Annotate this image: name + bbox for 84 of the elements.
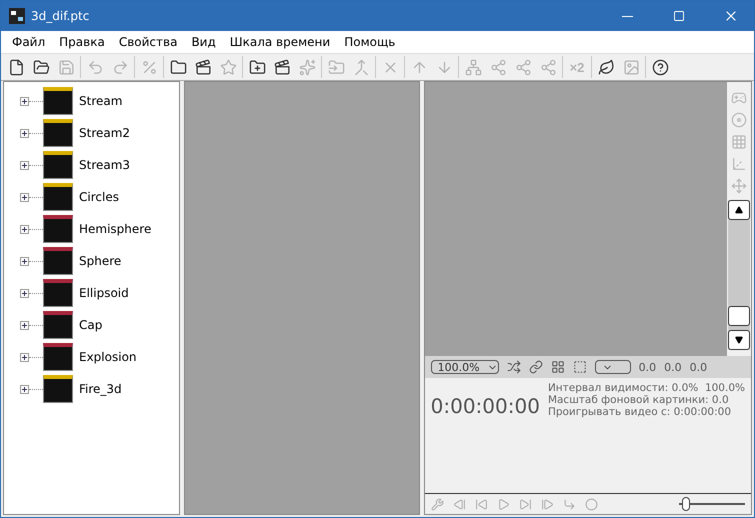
merge-arrows-icon <box>352 58 370 76</box>
step-forward-icon <box>540 498 554 510</box>
redo-icon <box>112 58 128 76</box>
disc-icon <box>731 112 747 128</box>
skip-forward-icon <box>518 498 532 510</box>
menu-item[interactable]: Правка <box>52 35 112 49</box>
expand-icon[interactable] <box>20 256 29 266</box>
down-arrow-icon <box>735 336 743 344</box>
percent-icon <box>140 58 158 76</box>
axes-icon <box>731 156 747 172</box>
speed-slider[interactable] <box>679 497 745 511</box>
tree-item[interactable]: Fire_3d <box>79 382 122 396</box>
maximize-icon <box>673 10 685 22</box>
play-icon <box>496 498 510 510</box>
dropdown[interactable] <box>594 360 631 374</box>
tree-item[interactable]: Cap <box>79 318 102 332</box>
scroll-down-button[interactable] <box>728 330 750 350</box>
tree-item[interactable]: Stream2 <box>79 126 130 140</box>
record-icon <box>584 498 598 510</box>
link-icon <box>528 360 543 374</box>
scroll-thumb[interactable] <box>728 306 750 326</box>
save-icon <box>58 58 74 76</box>
menu-item[interactable]: Файл <box>5 35 52 49</box>
zoom-dropdown[interactable]: 100.0% <box>430 360 499 374</box>
gamepad-icon <box>731 90 747 106</box>
tree-item[interactable]: Stream3 <box>79 158 130 172</box>
nodes-icon <box>540 58 556 76</box>
up-arrow-icon <box>735 206 743 214</box>
scroll-up-button[interactable] <box>728 200 750 220</box>
menu-item[interactable]: Шкала времени <box>222 35 338 49</box>
nodes-icon <box>490 58 506 76</box>
grid-icon <box>731 134 747 150</box>
move-icon <box>731 178 747 194</box>
open-folder-icon <box>32 58 50 76</box>
slider-thumb[interactable] <box>682 497 690 511</box>
expand-icon[interactable] <box>20 224 29 234</box>
step-back-icon <box>452 498 466 510</box>
info-text: Проигрывать видео с: 0:00:00:00 <box>548 406 732 418</box>
network-icon <box>464 58 482 76</box>
shuffle-icon <box>506 360 521 374</box>
expand-icon[interactable] <box>20 288 29 298</box>
menu-item[interactable]: Вид <box>184 35 223 49</box>
folder-arrow-icon <box>328 58 344 76</box>
clapperboard-icon <box>194 58 212 76</box>
time-display: 0:00:00:00 <box>430 394 540 420</box>
tree-item[interactable]: Explosion <box>79 350 137 364</box>
app-logo-icon <box>9 8 25 24</box>
selection-icon <box>572 360 587 374</box>
tree-item[interactable]: Hemisphere <box>79 222 152 236</box>
coordinate-value: 0.0 <box>690 360 708 374</box>
expand-icon[interactable] <box>20 128 29 138</box>
loop-arrow-icon <box>562 498 576 510</box>
folder-plus-icon <box>248 58 266 76</box>
clapperboard-icon <box>274 58 290 76</box>
skip-back-icon <box>474 498 488 510</box>
star-icon <box>220 58 236 76</box>
sparkles-icon <box>298 58 316 76</box>
expand-icon[interactable] <box>20 192 29 202</box>
undo-icon <box>86 58 104 76</box>
window-title: 3d_dif.ptc <box>31 9 90 23</box>
tree-item[interactable]: Stream <box>79 94 122 108</box>
info-text: Интервал видимости: 0.0% 100.0% <box>548 382 745 394</box>
new-file-icon <box>8 58 24 76</box>
tree-item[interactable]: Sphere <box>79 254 122 268</box>
expand-icon[interactable] <box>20 352 29 362</box>
expand-icon[interactable] <box>20 384 29 394</box>
tree-item[interactable]: Circles <box>79 190 119 204</box>
coordinate-value: 0.0 <box>664 360 682 374</box>
coordinate-value: 0.0 <box>638 360 656 374</box>
tree-item[interactable]: Ellipsoid <box>79 286 129 300</box>
folder-icon <box>170 58 186 76</box>
help-icon <box>652 58 668 76</box>
info-text: Масштаб фоновой картинки: 0.0 <box>548 394 730 406</box>
image-icon <box>622 58 640 76</box>
wrench-icon <box>430 498 444 510</box>
expand-icon[interactable] <box>20 320 29 330</box>
menu-item[interactable]: Помощь <box>337 35 402 49</box>
nodes-icon <box>514 58 532 76</box>
leaf-icon <box>598 58 614 76</box>
scrollbar[interactable] <box>728 200 750 350</box>
expand-icon[interactable] <box>20 160 29 170</box>
expand-icon[interactable] <box>20 96 29 106</box>
layout-icon <box>550 360 565 374</box>
menu-item[interactable]: Свойства <box>112 35 184 49</box>
